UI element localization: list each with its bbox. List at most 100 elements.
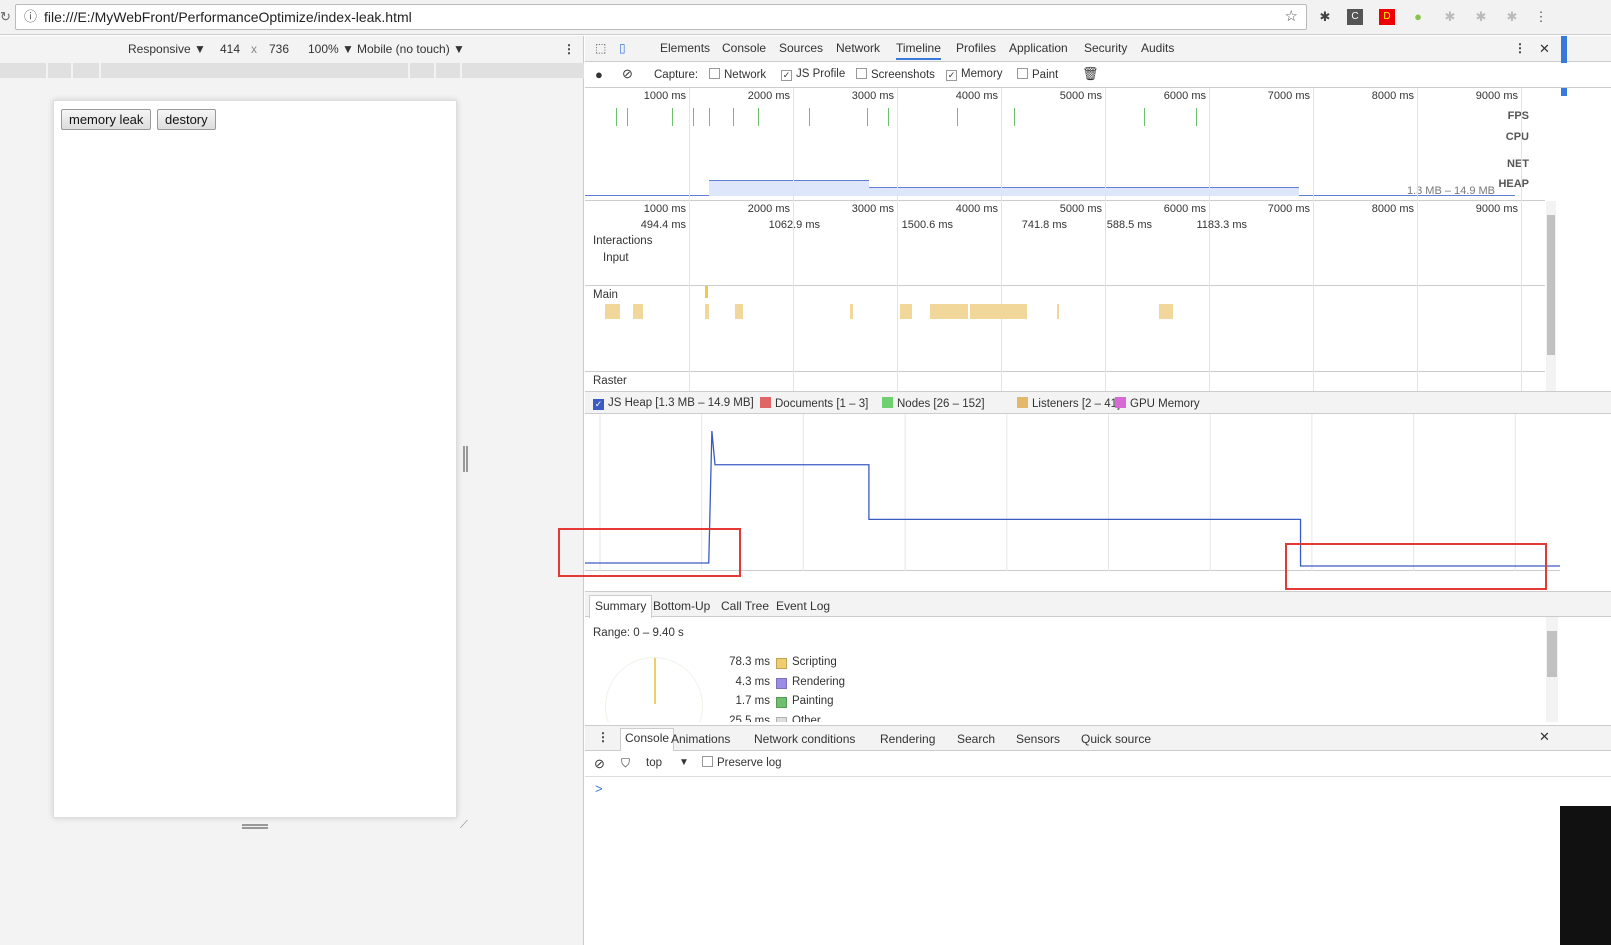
extension-d-icon[interactable]: D xyxy=(1379,9,1395,25)
tab-network[interactable]: Network xyxy=(836,41,880,55)
clear-icon[interactable]: ⊘ xyxy=(622,66,633,82)
width-input[interactable]: 414 xyxy=(220,42,240,56)
touch-select[interactable]: Mobile (no touch) ▼ xyxy=(357,42,465,56)
tab-application[interactable]: Application xyxy=(1009,41,1068,55)
counter-js-toggle[interactable]: ✓ JS Heap [1.3 MB – 14.9 MB] xyxy=(593,397,754,410)
capture-screenshots-checkbox[interactable]: Screenshots xyxy=(856,68,935,81)
summary-category: Painting xyxy=(792,695,834,707)
fps-frame-mark xyxy=(693,108,695,126)
tab-elements[interactable]: Elements xyxy=(660,41,710,55)
reload-icon[interactable]: ↻ xyxy=(0,9,11,25)
capture-memory-checkbox[interactable]: ✓ Memory xyxy=(946,68,1003,81)
record-icon[interactable]: ● xyxy=(595,67,603,82)
main-thread-task xyxy=(735,304,743,319)
puzzle-icon[interactable]: ✱ xyxy=(1442,9,1458,25)
inspect-element-icon[interactable]: ⬚ xyxy=(595,41,606,55)
timeline-overview[interactable]: FPS CPU NET 1.3 MB – 14.9 MB HEAP 1000 m… xyxy=(585,88,1545,201)
overview-tick: 1000 ms xyxy=(643,90,686,102)
tab-audits[interactable]: Audits xyxy=(1141,41,1174,55)
tab-sources[interactable]: Sources xyxy=(779,41,823,55)
close-drawer-icon[interactable]: ✕ xyxy=(1539,729,1550,745)
overview-tick: 8000 ms xyxy=(1371,90,1414,102)
overview-tick: 6000 ms xyxy=(1163,90,1206,102)
close-devtools-icon[interactable]: ✕ xyxy=(1539,41,1550,57)
summary-time: 78.3 ms xyxy=(729,656,770,668)
tab-security[interactable]: Security xyxy=(1084,41,1127,55)
drawer-menu-icon[interactable]: ⋮ xyxy=(597,730,609,744)
ruler-tick: 8000 ms xyxy=(1371,203,1414,215)
tab-summary[interactable]: Summary xyxy=(589,595,653,618)
track-input[interactable]: Input xyxy=(603,252,629,264)
height-input[interactable]: 736 xyxy=(269,42,289,56)
android-icon[interactable]: ● xyxy=(1410,9,1426,25)
resize-handle-right[interactable] xyxy=(463,446,468,472)
preserve-log-checkbox[interactable]: Preserve log xyxy=(702,756,782,769)
tab-timeline[interactable]: Timeline xyxy=(896,41,941,60)
devtools-menu-icon[interactable]: ⋮ xyxy=(1514,41,1526,55)
console-prompt[interactable]: > xyxy=(595,781,603,796)
summary-category: Rendering xyxy=(792,675,846,688)
drawer-tab-console[interactable]: Console xyxy=(620,728,675,751)
counter-listeners-toggle[interactable]: Listeners [2 – 41] xyxy=(1017,397,1120,410)
drawer-tab-network-conditions[interactable]: Network conditions xyxy=(754,732,855,746)
resize-handle-bottom[interactable] xyxy=(242,824,268,829)
track-main[interactable]: Main xyxy=(593,289,618,301)
dimension-separator: x xyxy=(251,42,257,56)
tab-bottom-up[interactable]: Bottom-Up xyxy=(653,599,710,613)
frame-duration: 1062.9 ms xyxy=(768,219,820,231)
destroy-button[interactable]: destory xyxy=(157,109,216,130)
drawer-tab-rendering[interactable]: Rendering xyxy=(880,732,935,746)
filter-icon[interactable]: ⛉ xyxy=(621,756,630,771)
bookmark-star-icon[interactable]: ☆ xyxy=(1285,5,1298,29)
device-toggle-icon[interactable]: ▯ xyxy=(619,41,626,55)
counter-gpu-toggle[interactable]: GPU Memory xyxy=(1115,397,1200,410)
chrome-menu-icon[interactable]: ⋮ xyxy=(1533,9,1549,25)
track-interactions[interactable]: Interactions xyxy=(593,235,652,247)
capture-paint-checkbox[interactable]: Paint xyxy=(1017,68,1058,81)
context-dropdown-icon[interactable]: ▼ xyxy=(679,757,689,768)
track-raster[interactable]: Raster xyxy=(593,375,627,387)
context-select[interactable]: top xyxy=(646,757,662,769)
flame-chart[interactable]: Interactions Input Main Raster 1000 ms 20… xyxy=(585,201,1545,391)
fps-frame-mark xyxy=(626,108,628,126)
media-query-ruler[interactable] xyxy=(0,63,584,78)
drawer-tab-bar: ⋮ ✕ Console Animations Network conditions R… xyxy=(585,725,1611,751)
summary-swatch xyxy=(776,658,787,669)
more-options-icon[interactable]: ⋮ xyxy=(563,42,575,56)
device-mode-select[interactable]: Responsive ▼ xyxy=(128,42,206,56)
puzzle-icon[interactable]: ✱ xyxy=(1504,9,1520,25)
drawer-tab-sensors[interactable]: Sensors xyxy=(1016,732,1060,746)
ruler-tick: 7000 ms xyxy=(1267,203,1310,215)
tab-profiles[interactable]: Profiles xyxy=(956,41,996,55)
capture-label: Capture: xyxy=(654,69,699,81)
drawer-tab-quick-source[interactable]: Quick source xyxy=(1081,732,1151,746)
flame-scrollbar[interactable] xyxy=(1546,201,1556,391)
tab-call-tree[interactable]: Call Tree xyxy=(721,599,769,613)
clear-console-icon[interactable]: ⊘ xyxy=(594,756,605,772)
collect-garbage-icon[interactable]: 🗑 xyxy=(1082,66,1099,82)
heap-overview-line xyxy=(585,176,1515,196)
overview-tick: 5000 ms xyxy=(1059,90,1102,102)
zoom-select[interactable]: 100% ▼ xyxy=(308,42,354,56)
extension-c-icon[interactable]: C xyxy=(1347,9,1363,25)
fps-frame-mark xyxy=(709,108,710,126)
summary-scrollbar[interactable] xyxy=(1546,617,1558,722)
main-thread-task xyxy=(930,304,968,319)
memory-leak-button[interactable]: memory leak xyxy=(61,109,152,130)
frame-duration: 1183.3 ms xyxy=(1196,219,1247,231)
heap-label: HEAP xyxy=(1498,178,1529,190)
puzzle-icon[interactable]: ✱ xyxy=(1317,9,1333,25)
counter-documents-toggle[interactable]: Documents [1 – 3] xyxy=(760,397,868,410)
tab-console[interactable]: Console xyxy=(722,41,766,55)
fps-frame-mark xyxy=(887,108,889,126)
capture-js-profile-checkbox[interactable]: ✓ JS Profile xyxy=(781,68,845,81)
capture-network-checkbox[interactable]: Network xyxy=(709,68,766,81)
counter-nodes-toggle[interactable]: Nodes [26 – 152] xyxy=(882,397,985,410)
drawer-tab-animations[interactable]: Animations xyxy=(671,732,730,746)
net-label: NET xyxy=(1507,158,1529,170)
tab-event-log[interactable]: Event Log xyxy=(776,599,830,613)
puzzle-icon[interactable]: ✱ xyxy=(1473,9,1489,25)
resize-corner-icon[interactable]: ⟋ xyxy=(460,819,468,832)
drawer-tab-search[interactable]: Search xyxy=(957,732,995,746)
url-input[interactable]: ⓘ file:///E:/MyWebFront/PerformanceOptimi… xyxy=(15,4,1307,30)
